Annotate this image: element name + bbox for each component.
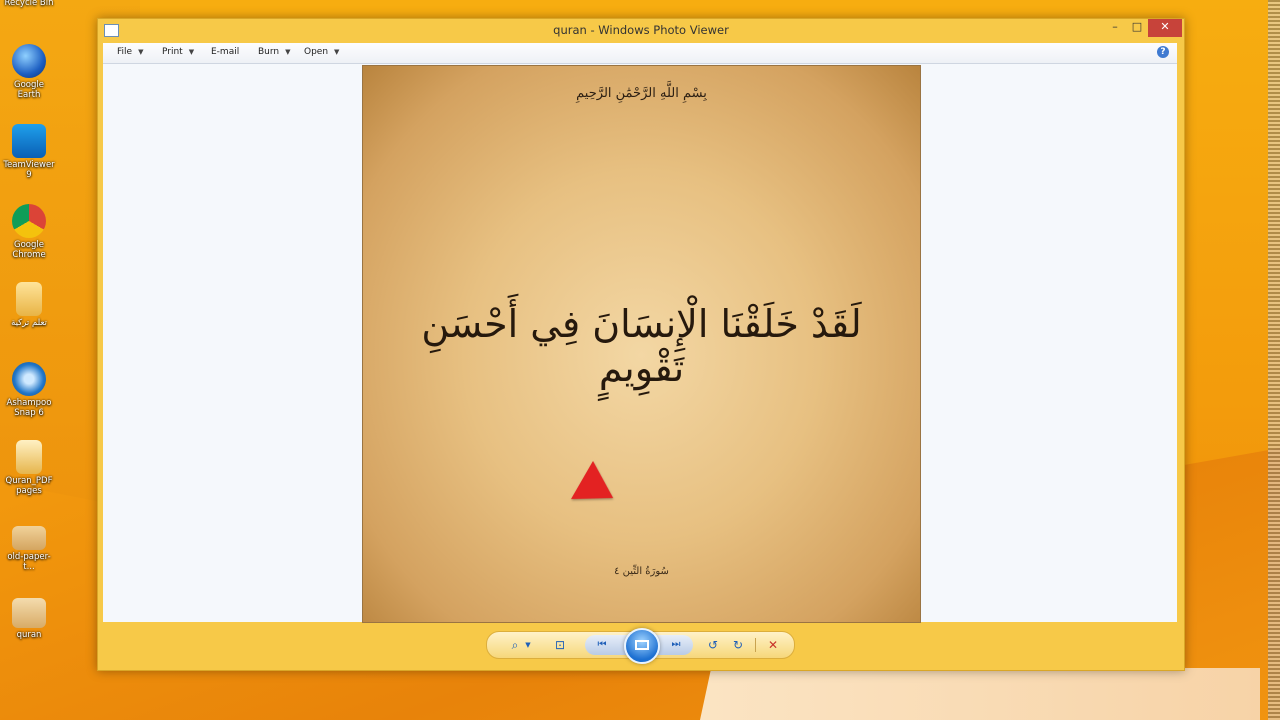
rotate-clockwise-icon[interactable]: ↻	[730, 637, 746, 653]
window-title: quran - Windows Photo Viewer	[553, 23, 729, 37]
desktop-icon-quran-pdf-pages[interactable]: Quran_PDF pages	[2, 440, 56, 496]
desktop-edge-stripes	[1268, 0, 1280, 720]
rotate-counterclockwise-icon[interactable]: ↺	[705, 637, 721, 653]
menu-file[interactable]: File ▼	[117, 47, 143, 57]
mouse-cursor-icon	[571, 460, 625, 518]
folder-icon	[16, 282, 42, 316]
slideshow-icon	[635, 640, 649, 650]
desktop-icon-label: Google Earth	[14, 80, 44, 100]
desktop-icon-label: Recycle Bin	[4, 0, 54, 8]
image-viewport: بِسْمِ اللَّهِ الرَّحْمَٰنِ الرَّحِيمِ ل…	[103, 64, 1177, 623]
desktop-icon-label: Quran_PDF pages	[5, 476, 53, 496]
next-icon[interactable]: ⏭	[668, 637, 684, 653]
menu-open-label: Open	[304, 47, 329, 57]
viewer-toolbar: ⌕ ▼ ⊡ ⏮ ⏭ ↺ ↻ ✕	[486, 628, 795, 664]
chevron-down-icon: ▼	[138, 48, 144, 56]
folder-icon	[16, 440, 42, 474]
desktop-icon-label: quran	[16, 630, 42, 640]
desktop-icon-google-earth[interactable]: Google Earth	[2, 44, 56, 100]
menu-print[interactable]: Print ▼	[162, 47, 194, 57]
photo-viewer-window: quran - Windows Photo Viewer – □ ✕ File ▼…	[97, 18, 1185, 671]
slideshow-button[interactable]	[624, 628, 660, 664]
menu-bar: File ▼ Print ▼ E-mail Burn ▼ Open ▼ ?	[103, 43, 1177, 64]
desktop-icon-quran[interactable]: quran	[2, 598, 56, 640]
displayed-photo: بِسْمِ اللَّهِ الرَّحْمَٰنِ الرَّحِيمِ ل…	[362, 65, 921, 623]
close-button[interactable]: ✕	[1148, 19, 1182, 37]
ashampoo-snap-icon	[12, 362, 46, 396]
photo-surah-label: سُورَةُ التِّين ٤	[614, 566, 669, 577]
google-earth-icon	[12, 44, 46, 78]
photo-verse-text: لَقَدْ خَلَقْنَا الْإِنسَانَ فِي أَحْسَن…	[421, 302, 862, 390]
menu-burn-label: Burn	[258, 47, 280, 57]
desktop-icon-folder-turkish[interactable]: تعلم تركية	[2, 282, 56, 328]
image-file-icon	[12, 526, 46, 550]
desktop-icon-google-chrome[interactable]: Google Chrome	[2, 204, 56, 260]
help-icon[interactable]: ?	[1157, 46, 1169, 58]
previous-icon[interactable]: ⏮	[594, 637, 610, 653]
teamviewer-icon	[12, 124, 46, 158]
desktop-icon-label: Google Chrome	[12, 240, 46, 260]
desktop-icon-label: old-paper-t...	[7, 552, 51, 572]
menu-file-label: File	[117, 47, 133, 57]
image-file-icon	[12, 598, 46, 628]
zoom-dropdown-chevron-icon[interactable]: ▼	[520, 637, 536, 653]
desktop-icon-label: Ashampoo Snap 6	[6, 398, 52, 418]
toolbar-separator	[755, 638, 756, 652]
delete-icon[interactable]: ✕	[765, 637, 781, 653]
desktop-icon-teamviewer[interactable]: TeamViewer 9	[2, 124, 56, 180]
chevron-down-icon: ▼	[188, 48, 195, 56]
menu-email-label: E-mail	[211, 47, 240, 57]
menu-burn[interactable]: Burn ▼	[258, 47, 291, 57]
photo-basmala-text: بِسْمِ اللَّهِ الرَّحْمَٰنِ الرَّحِيمِ	[576, 86, 707, 101]
menu-print-label: Print	[162, 47, 183, 57]
actual-size-icon[interactable]: ⊡	[552, 637, 568, 653]
chevron-down-icon: ▼	[285, 48, 291, 56]
chevron-down-icon: ▼	[334, 48, 340, 56]
desktop-icon-recycle-bin[interactable]: Recycle Bin	[2, 0, 56, 8]
minimize-button[interactable]: –	[1104, 19, 1126, 37]
desktop-icon-old-paper[interactable]: old-paper-t...	[2, 526, 56, 572]
chrome-icon	[12, 204, 46, 238]
menu-open[interactable]: Open ▼	[304, 47, 339, 57]
desktop-icon-ashampoo-snap[interactable]: Ashampoo Snap 6	[2, 362, 56, 418]
desktop-icon-label: TeamViewer 9	[3, 160, 55, 180]
desktop-background-light	[700, 668, 1260, 720]
window-titlebar[interactable]: quran - Windows Photo Viewer – □ ✕	[98, 19, 1184, 43]
menu-email[interactable]: E-mail	[211, 47, 239, 57]
desktop-icon-label: تعلم تركية	[11, 318, 47, 328]
maximize-button[interactable]: □	[1126, 19, 1148, 37]
